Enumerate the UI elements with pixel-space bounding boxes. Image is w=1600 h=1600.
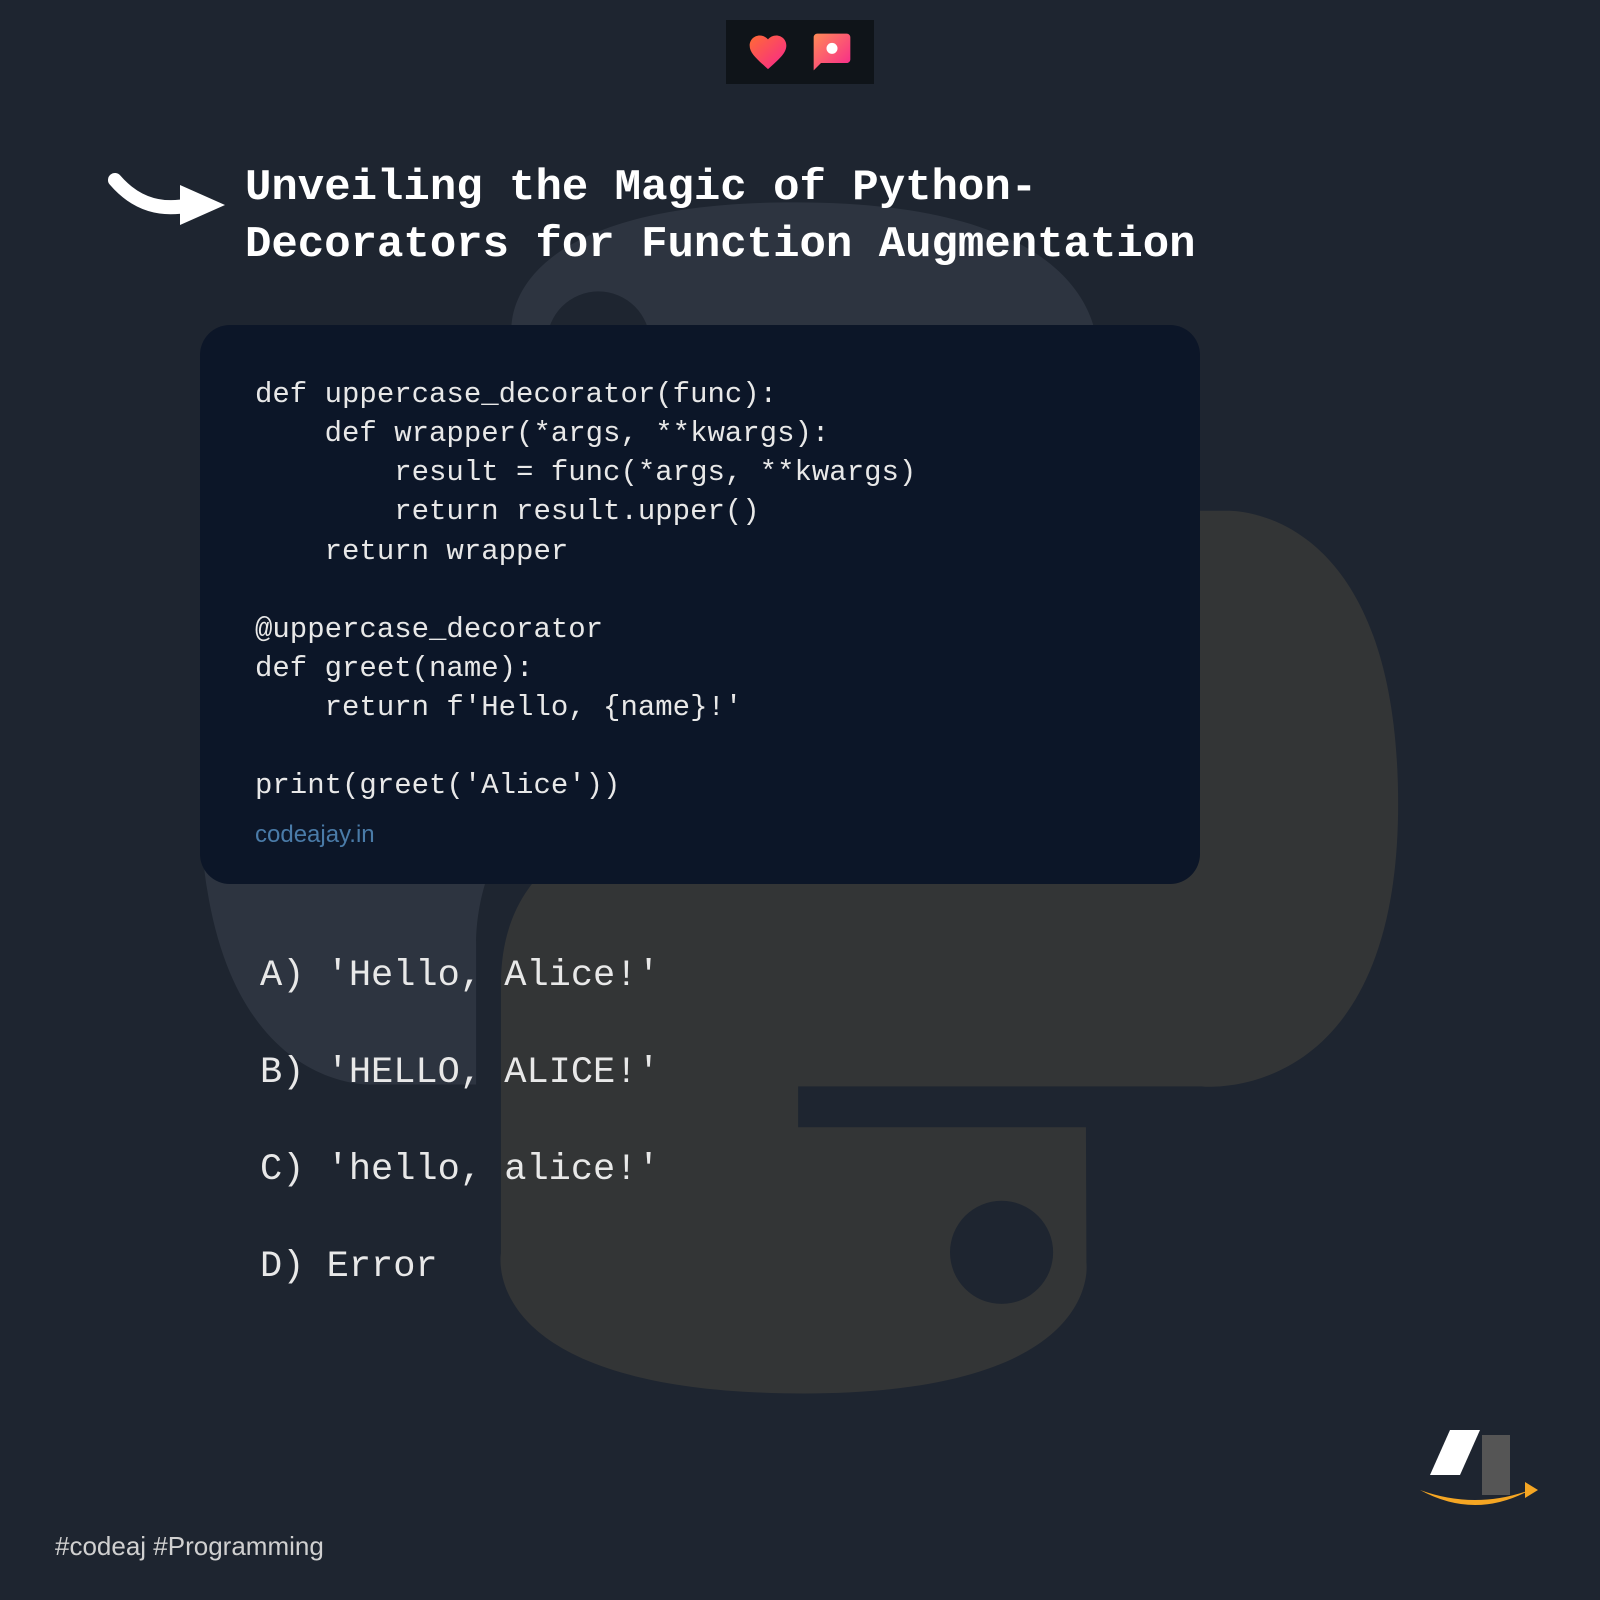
watermark: codeajay.in <box>255 821 1145 849</box>
option-a[interactable]: A) 'Hello, Alice!' <box>260 955 660 997</box>
code-block: def uppercase_decorator(func): def wrapp… <box>200 325 1200 884</box>
answer-options: A) 'Hello, Alice!' B) 'HELLO, ALICE!' C)… <box>260 955 660 1343</box>
comment-icon[interactable] <box>810 30 854 74</box>
reactions-bar <box>726 20 874 84</box>
arrow-icon <box>105 165 235 235</box>
heart-icon[interactable] <box>746 30 790 74</box>
option-b[interactable]: B) 'HELLO, ALICE!' <box>260 1052 660 1094</box>
option-d[interactable]: D) Error <box>260 1246 660 1288</box>
code-content: def uppercase_decorator(func): def wrapp… <box>255 375 1145 806</box>
option-c[interactable]: C) 'hello, alice!' <box>260 1149 660 1191</box>
title-line-1: Unveiling the Magic of Python- <box>245 160 1196 217</box>
title-line-2: Decorators for Function Augmentation <box>245 217 1196 274</box>
title: Unveiling the Magic of Python- Decorator… <box>245 160 1196 274</box>
hashtags: #codeaj #Programming <box>55 1531 324 1562</box>
brand-logo-icon <box>1410 1420 1540 1530</box>
